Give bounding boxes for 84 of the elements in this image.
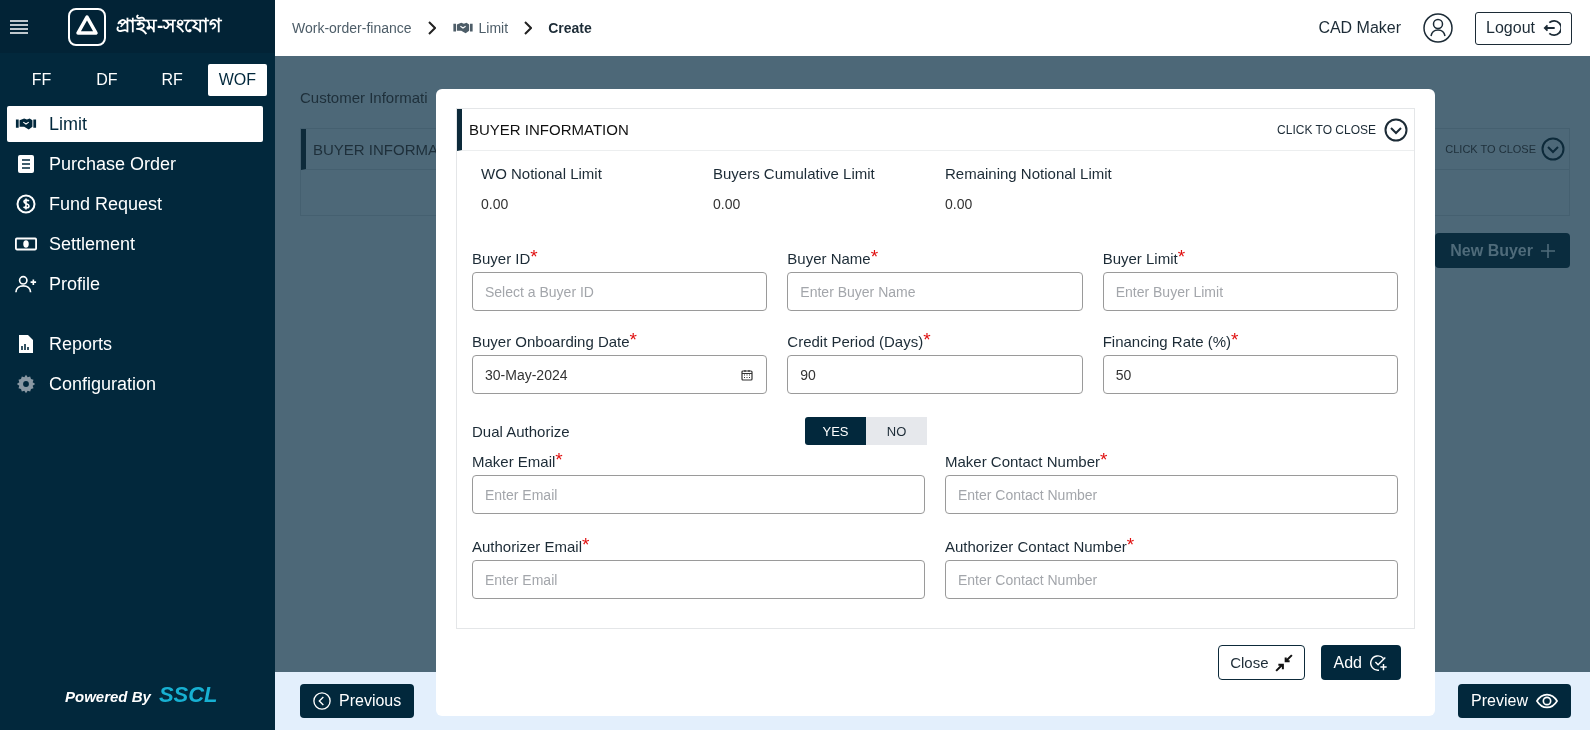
toggle-option[interactable]: NO — [866, 417, 927, 445]
panel-title: BUYER INFORMATION — [469, 121, 629, 138]
breadcrumb-current: Create — [548, 20, 592, 36]
input-field[interactable]: Enter Email — [472, 475, 925, 514]
add-user-icon — [15, 274, 37, 294]
field-label: Financing Rate (%) — [1102, 333, 1232, 350]
powered-by-text: Powered By — [65, 688, 151, 705]
sidebar-item[interactable]: Configuration — [7, 366, 263, 402]
required-asterisk: * — [870, 250, 879, 264]
breadcrumb-link[interactable]: Limit — [478, 20, 509, 36]
panel-toggle-label[interactable]: CLICK TO CLOSE — [1277, 122, 1376, 137]
logout-button[interactable]: Logout — [1475, 11, 1572, 45]
sidebar-item[interactable]: Profile — [7, 266, 263, 302]
summary-label: Remaining Notional Limit — [945, 165, 1113, 182]
breadcrumb-link[interactable]: Work-order-finance — [292, 20, 412, 36]
select-field[interactable]: Select a Buyer ID — [472, 272, 768, 311]
field-label: Credit Period (Days) — [787, 333, 924, 350]
eye-icon — [1536, 692, 1558, 710]
required-asterisk: * — [1126, 538, 1135, 552]
section-title: Customer Informati — [300, 89, 429, 108]
field-label: Maker Contact Number — [945, 453, 1101, 470]
required-asterisk: * — [582, 538, 590, 552]
input-field[interactable]: Enter Buyer Limit — [1102, 272, 1398, 311]
plus-icon — [1541, 243, 1555, 258]
sidebar-item[interactable]: Purchase Order — [7, 146, 263, 182]
field-label: Buyer Limit — [1102, 250, 1178, 267]
input-field[interactable]: 50 — [1102, 355, 1398, 394]
required-asterisk: * — [1177, 250, 1186, 264]
menu-icon[interactable] — [10, 19, 28, 34]
required-asterisk: * — [923, 333, 931, 347]
brand-name: প্রাইম-সংযোগ — [116, 13, 222, 38]
logo-icon — [68, 7, 106, 46]
dollar-coin-icon — [15, 194, 37, 214]
summary-value: 0.00 — [481, 196, 510, 212]
required-asterisk: * — [1100, 453, 1108, 467]
user-name: CAD Maker — [1318, 19, 1402, 37]
summary-value: 0.00 — [945, 196, 974, 212]
input-field[interactable]: 90 — [787, 355, 1083, 394]
required-asterisk: * — [1231, 333, 1239, 347]
field-label: Authorizer Contact Number — [945, 538, 1127, 555]
close-button[interactable]: Close — [1218, 645, 1305, 680]
check-plus-icon — [1370, 653, 1388, 672]
chevron-right-icon — [427, 21, 436, 35]
required-asterisk: * — [629, 333, 637, 347]
user-avatar-icon[interactable] — [1423, 13, 1454, 43]
required-asterisk: * — [530, 250, 538, 264]
field-label: Buyer Name — [787, 250, 871, 267]
add-button[interactable]: Add — [1320, 645, 1401, 680]
panel-title: BUYER INFORMA — [313, 140, 438, 158]
calendar-icon[interactable] — [741, 369, 754, 381]
chevron-right-icon — [524, 21, 533, 35]
company-logo-text: SSCL — [158, 682, 218, 708]
summary-label: Buyers Cumulative Limit — [713, 165, 876, 182]
preview-button[interactable]: Preview — [1458, 684, 1571, 718]
field-label: Maker Email — [472, 453, 556, 470]
field-label: Buyer ID — [472, 250, 531, 267]
module-tab[interactable]: DF — [77, 64, 137, 96]
gear-icon — [15, 374, 37, 394]
summary-label: WO Notional Limit — [481, 165, 603, 182]
sidebar-item[interactable]: Limit — [7, 106, 263, 142]
logout-icon — [1543, 19, 1561, 37]
date-field[interactable]: 30-May-2024 — [472, 355, 768, 394]
input-field[interactable]: Enter Contact Number — [945, 560, 1398, 599]
module-tab[interactable]: RF — [142, 64, 202, 96]
required-asterisk: * — [555, 453, 563, 467]
sidebar-item[interactable]: Fund Request — [7, 186, 263, 222]
document-icon — [15, 154, 37, 174]
input-field[interactable]: Enter Email — [472, 560, 925, 599]
chevron-down-icon[interactable] — [1384, 117, 1408, 142]
handshake-icon — [451, 21, 474, 35]
previous-button[interactable]: Previous — [300, 684, 415, 718]
field-label: Authorizer Email — [472, 538, 583, 555]
chevron-left-circle-icon — [313, 692, 331, 710]
module-tab[interactable]: WOF — [207, 64, 267, 96]
input-field[interactable]: Enter Buyer Name — [787, 272, 1083, 311]
field-label: Dual Authorize — [472, 422, 571, 440]
input-field[interactable]: Enter Contact Number — [945, 475, 1398, 514]
field-label: Buyer Onboarding Date — [472, 333, 630, 350]
toggle-option[interactable]: YES — [805, 417, 866, 445]
sidebar-item[interactable]: Reports — [7, 326, 263, 362]
sidebar-item[interactable]: Settlement — [7, 226, 263, 262]
summary-value: 0.00 — [713, 196, 742, 212]
collapse-arrows-icon — [1274, 653, 1293, 672]
module-tab[interactable]: FF — [12, 64, 72, 96]
